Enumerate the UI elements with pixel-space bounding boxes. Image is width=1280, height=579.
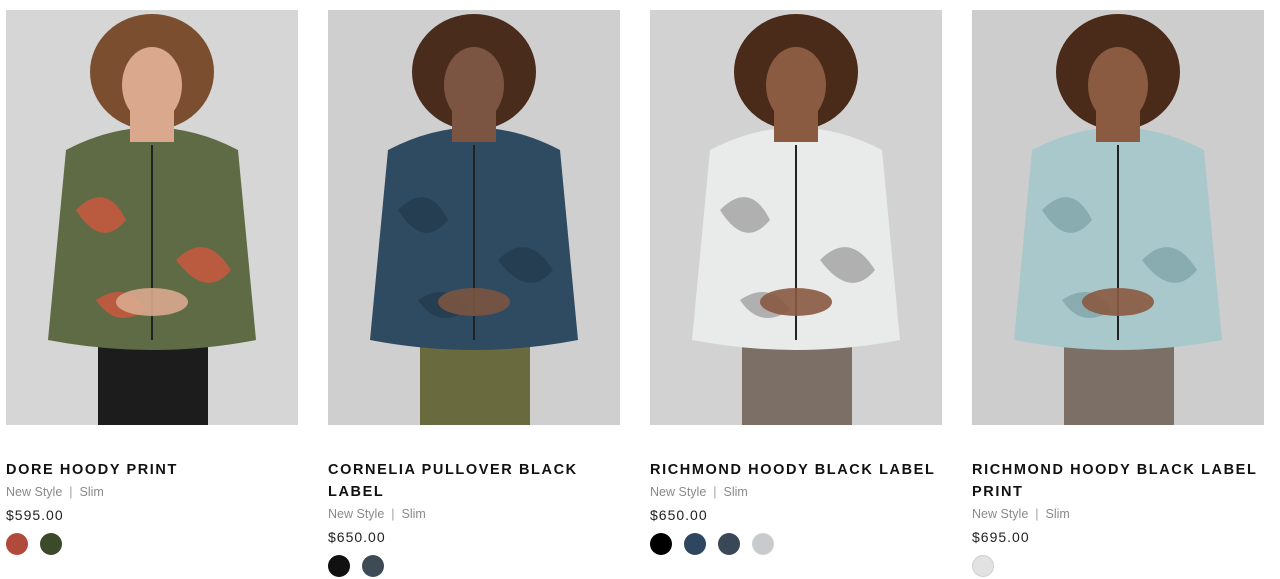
product-fit: Slim bbox=[401, 507, 426, 521]
product-card[interactable]: RICHMOND HOODY BLACK LABEL New Style | Sli… bbox=[650, 10, 942, 557]
hands bbox=[116, 288, 188, 316]
product-meta: New Style | Slim bbox=[650, 483, 942, 501]
product-price: $695.00 bbox=[972, 529, 1030, 545]
model-figure bbox=[972, 10, 1264, 425]
product-meta: New Style | Slim bbox=[328, 505, 620, 523]
color-swatch[interactable] bbox=[328, 555, 350, 577]
product-name[interactable]: DORE HOODY PRINT bbox=[6, 459, 298, 481]
product-tag: New Style bbox=[328, 507, 385, 521]
pants bbox=[742, 340, 852, 425]
product-fit: Slim bbox=[1045, 507, 1070, 521]
color-swatch[interactable] bbox=[718, 533, 740, 555]
color-swatch[interactable] bbox=[972, 555, 994, 577]
pants bbox=[420, 340, 530, 425]
product-name[interactable]: RICHMOND HOODY BLACK LABEL bbox=[650, 459, 942, 481]
product-name[interactable]: CORNELIA PULLOVER BLACK LABEL bbox=[328, 459, 620, 503]
product-image[interactable] bbox=[328, 10, 620, 425]
face bbox=[444, 47, 504, 123]
product-image[interactable] bbox=[650, 10, 942, 425]
product-price: $650.00 bbox=[650, 507, 708, 523]
product-card[interactable]: DORE HOODY PRINT New Style | Slim $595.00 bbox=[6, 10, 298, 557]
product-image[interactable] bbox=[6, 10, 298, 425]
product-card[interactable]: RICHMOND HOODY BLACK LABEL PRINT New Sty… bbox=[972, 10, 1264, 579]
product-price: $595.00 bbox=[6, 507, 64, 523]
color-swatches bbox=[6, 533, 298, 557]
meta-separator: | bbox=[713, 485, 717, 499]
product-name[interactable]: RICHMOND HOODY BLACK LABEL PRINT bbox=[972, 459, 1264, 503]
model-figure bbox=[650, 10, 942, 425]
model-figure bbox=[328, 10, 620, 425]
face bbox=[122, 47, 182, 123]
product-meta: New Style | Slim bbox=[972, 505, 1264, 523]
color-swatch[interactable] bbox=[650, 533, 672, 555]
color-swatches bbox=[328, 555, 620, 579]
meta-separator: | bbox=[391, 507, 395, 521]
color-swatch[interactable] bbox=[40, 533, 62, 555]
face bbox=[1088, 47, 1148, 123]
hands bbox=[438, 288, 510, 316]
model-figure bbox=[6, 10, 298, 425]
product-tag: New Style bbox=[6, 485, 63, 499]
product-image[interactable] bbox=[972, 10, 1264, 425]
hands bbox=[760, 288, 832, 316]
product-card[interactable]: CORNELIA PULLOVER BLACK LABEL New Style |… bbox=[328, 10, 620, 579]
color-swatches bbox=[650, 533, 942, 557]
product-fit: Slim bbox=[723, 485, 748, 499]
product-grid: DORE HOODY PRINT New Style | Slim $595.00 … bbox=[0, 0, 1280, 577]
product-meta: New Style | Slim bbox=[6, 483, 298, 501]
product-tag: New Style bbox=[972, 507, 1029, 521]
color-swatch[interactable] bbox=[362, 555, 384, 577]
meta-separator: | bbox=[69, 485, 73, 499]
product-fit: Slim bbox=[79, 485, 104, 499]
color-swatches bbox=[972, 555, 1264, 579]
pants bbox=[98, 340, 208, 425]
meta-separator: | bbox=[1035, 507, 1039, 521]
color-swatch[interactable] bbox=[752, 533, 774, 555]
face bbox=[766, 47, 826, 123]
pants bbox=[1064, 340, 1174, 425]
color-swatch[interactable] bbox=[684, 533, 706, 555]
color-swatch[interactable] bbox=[6, 533, 28, 555]
product-tag: New Style bbox=[650, 485, 707, 499]
hands bbox=[1082, 288, 1154, 316]
product-price: $650.00 bbox=[328, 529, 386, 545]
